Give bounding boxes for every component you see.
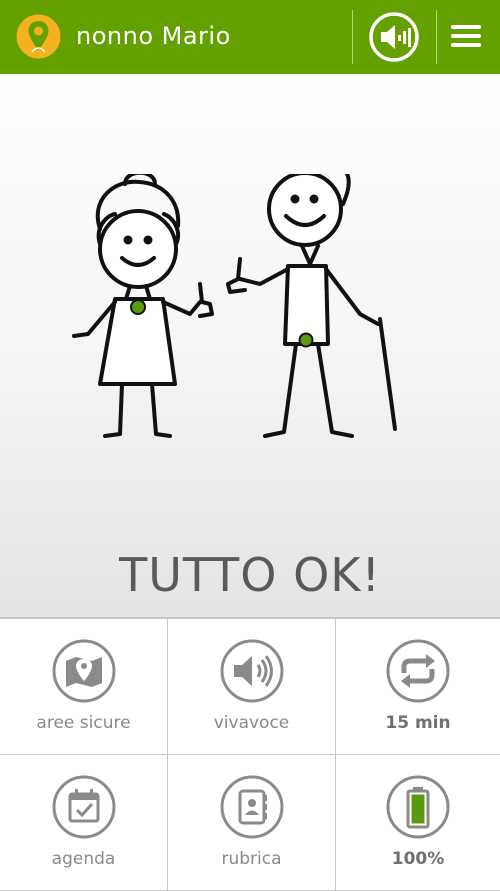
menu-button[interactable] bbox=[448, 20, 488, 56]
tile-speakerphone[interactable]: vivavoce bbox=[168, 619, 336, 755]
contacts-book-icon bbox=[220, 775, 283, 839]
grandparents-thumbs-up-illustration bbox=[72, 174, 397, 438]
tile-label: 15 min bbox=[385, 713, 451, 733]
tile-update-interval[interactable]: 15 min bbox=[336, 619, 500, 755]
speaker-icon bbox=[220, 639, 283, 703]
tile-label: vivavoce bbox=[213, 713, 290, 733]
battery-icon bbox=[386, 775, 450, 839]
status-panel: TUTTO OK! bbox=[0, 74, 500, 617]
header-divider bbox=[436, 10, 437, 64]
refresh-arrows-icon bbox=[386, 639, 450, 703]
tile-calendar[interactable]: agenda bbox=[0, 755, 168, 891]
app-screen: nonno Mario TUTTO OK! aree sicure vivavo… bbox=[0, 0, 500, 891]
action-grid: aree sicure vivavoce 15 min agenda rubri… bbox=[0, 617, 500, 891]
tile-label: rubrica bbox=[221, 849, 282, 869]
tile-label: aree sicure bbox=[36, 713, 131, 733]
status-message: TUTTO OK! bbox=[119, 548, 381, 602]
menu-line bbox=[451, 34, 481, 38]
header-divider bbox=[352, 10, 353, 64]
tile-label: agenda bbox=[51, 849, 116, 869]
tile-battery: 100% bbox=[336, 755, 500, 891]
tile-contacts[interactable]: rubrica bbox=[168, 755, 336, 891]
menu-line bbox=[451, 43, 481, 47]
page-title: nonno Mario bbox=[76, 22, 231, 50]
speaker-icon bbox=[369, 12, 419, 62]
speaker-button[interactable] bbox=[368, 11, 420, 63]
hamburger-menu-icon bbox=[451, 25, 481, 29]
location-pin-icon bbox=[16, 14, 61, 59]
tile-safe-areas[interactable]: aree sicure bbox=[0, 619, 168, 755]
tile-label: 100% bbox=[391, 849, 445, 869]
map-pin-icon bbox=[52, 639, 115, 703]
calendar-check-icon bbox=[52, 775, 115, 839]
app-header: nonno Mario bbox=[0, 0, 500, 74]
